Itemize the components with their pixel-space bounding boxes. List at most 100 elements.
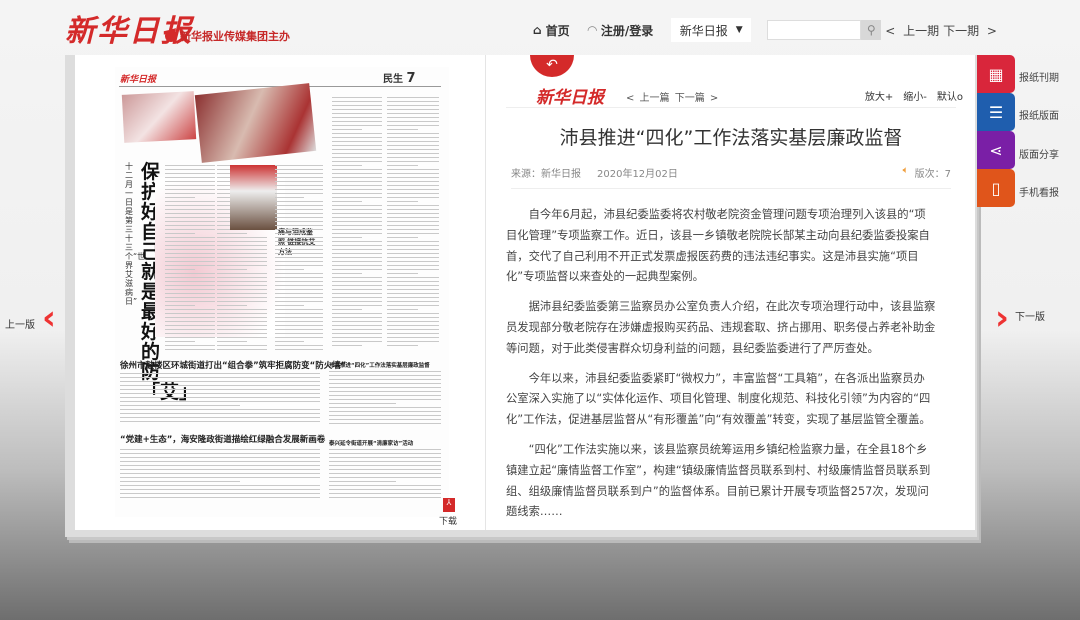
text-line xyxy=(275,321,323,322)
speaker-icon[interactable]: 🔈︎ xyxy=(903,165,909,180)
text-line xyxy=(120,377,320,378)
text-line xyxy=(165,269,195,270)
text-line xyxy=(217,313,267,314)
home-link[interactable]: ⌂ 首页 xyxy=(533,22,570,39)
top-nav: ⌂ 首页 ◠ 注册/登录 新华日报 ▼ ⚲ < 上一期 下一期 > xyxy=(533,18,997,42)
sidebar-issues-button[interactable]: ▦ xyxy=(977,55,1015,93)
text-line xyxy=(332,269,382,270)
text-line xyxy=(275,249,323,250)
text-line xyxy=(120,469,320,470)
text-line xyxy=(332,241,382,242)
prev-article-link[interactable]: < 上一篇 xyxy=(626,93,670,104)
download-link[interactable]: 下载 xyxy=(439,514,457,527)
text-line xyxy=(329,457,441,458)
sidebar-pages-button[interactable]: ☰ xyxy=(977,93,1015,131)
sidebar-share-label[interactable]: 版面分享 xyxy=(1019,146,1059,161)
login-link[interactable]: ◠ 注册/登录 xyxy=(588,22,654,39)
prev-page-label[interactable]: 上一版 xyxy=(5,316,35,331)
sidebar-issues-label[interactable]: 报纸刊期 xyxy=(1019,69,1059,84)
next-page-label[interactable]: 下一版 xyxy=(1015,308,1045,323)
sidebar-mobile-label[interactable]: 手机看报 xyxy=(1019,184,1059,199)
text-line xyxy=(329,485,441,486)
sidebar-pages-label[interactable]: 报纸版面 xyxy=(1019,107,1059,122)
text-line xyxy=(217,269,247,270)
text-line xyxy=(165,225,215,226)
text-line xyxy=(332,309,362,310)
reset-zoom-button[interactable]: 默认o xyxy=(937,88,963,103)
text-line xyxy=(165,317,215,318)
text-line xyxy=(387,329,439,330)
text-line xyxy=(332,117,382,118)
text-line xyxy=(275,325,323,326)
text-line xyxy=(332,249,382,250)
text-column xyxy=(165,165,215,355)
next-article-link[interactable]: 下一篇 > xyxy=(675,93,719,104)
text-line xyxy=(165,241,215,242)
chevron-right-icon[interactable]: › xyxy=(995,301,1009,335)
text-line xyxy=(332,161,382,162)
text-line xyxy=(120,481,240,482)
prev-issue-link[interactable]: < 上一期 xyxy=(885,22,939,39)
sidebar-mobile-button[interactable]: ▯ xyxy=(977,169,1015,207)
home-icon: ⌂ xyxy=(533,23,542,37)
text-line xyxy=(387,237,419,238)
article-nav: < 上一篇 下一篇 > xyxy=(626,89,718,104)
zoom-out-button[interactable]: 缩小- xyxy=(903,88,927,103)
sidebar-share-button[interactable]: ⋖ xyxy=(977,131,1015,169)
text-line xyxy=(275,349,323,350)
text-line xyxy=(275,189,323,190)
text-line xyxy=(165,325,215,326)
list-icon: ☰ xyxy=(988,102,1004,122)
text-line xyxy=(387,133,439,134)
text-line xyxy=(165,293,215,294)
text-line xyxy=(217,321,267,322)
back-button[interactable]: ↶ xyxy=(530,55,574,77)
text-line xyxy=(332,177,382,178)
text-line xyxy=(120,461,320,462)
text-line xyxy=(387,213,439,214)
text-line xyxy=(387,293,439,294)
text-line xyxy=(387,305,439,306)
text-line xyxy=(387,337,439,338)
text-line xyxy=(120,397,320,398)
article-edition: 版次：7 xyxy=(914,169,951,180)
text-line xyxy=(332,273,362,274)
text-line xyxy=(332,345,362,346)
search-button[interactable]: ⚲ xyxy=(861,20,882,40)
text-line xyxy=(332,165,362,166)
text-line xyxy=(165,285,215,286)
text-line xyxy=(387,253,439,254)
text-line xyxy=(332,277,382,278)
text-line xyxy=(165,209,215,210)
text-line xyxy=(332,169,382,170)
text-line xyxy=(387,265,439,266)
article-meta: 来源：新华日报 2020年12月02日 🔈︎ 版次：7 xyxy=(511,165,951,189)
text-line xyxy=(387,301,439,302)
newspaper-page[interactable]: 新华日报 民生 7 十二月一日是第三十三个“世界艾滋病日” 保护好自己，就是最好… xyxy=(75,55,485,530)
page-subhead: 十二月一日是第三十三个“世界艾滋病日” xyxy=(125,162,146,306)
text-line xyxy=(332,173,382,174)
text-line xyxy=(332,149,382,150)
text-line xyxy=(387,285,439,286)
text-line xyxy=(275,225,323,226)
text-line xyxy=(332,121,382,122)
text-line xyxy=(332,109,382,110)
text-line xyxy=(217,329,267,330)
text-line xyxy=(387,229,439,230)
text-line xyxy=(332,265,382,266)
page-image[interactable]: 新华日报 民生 7 十二月一日是第三十三个“世界艾滋病日” 保护好自己，就是最好… xyxy=(115,67,449,517)
text-line xyxy=(387,257,439,258)
search-input[interactable] xyxy=(767,20,862,40)
paper-select[interactable]: 新华日报 ▼ xyxy=(671,18,752,42)
text-line xyxy=(332,205,382,206)
text-line xyxy=(275,193,323,194)
text-line xyxy=(332,157,382,158)
pdf-icon[interactable]: ⅄ xyxy=(443,498,455,512)
text-line xyxy=(120,489,320,490)
text-line xyxy=(329,399,441,400)
next-issue-link[interactable]: 下一期 > xyxy=(943,22,997,39)
article-paragraph: “四化”工作法实施以来，该县监察员统筹运用乡镇纪检监察力量，在全县18个乡镇建立… xyxy=(506,442,931,519)
text-line xyxy=(387,201,419,202)
zoom-in-button[interactable]: 放大+ xyxy=(865,88,893,103)
chevron-left-icon[interactable]: ‹ xyxy=(42,301,56,335)
